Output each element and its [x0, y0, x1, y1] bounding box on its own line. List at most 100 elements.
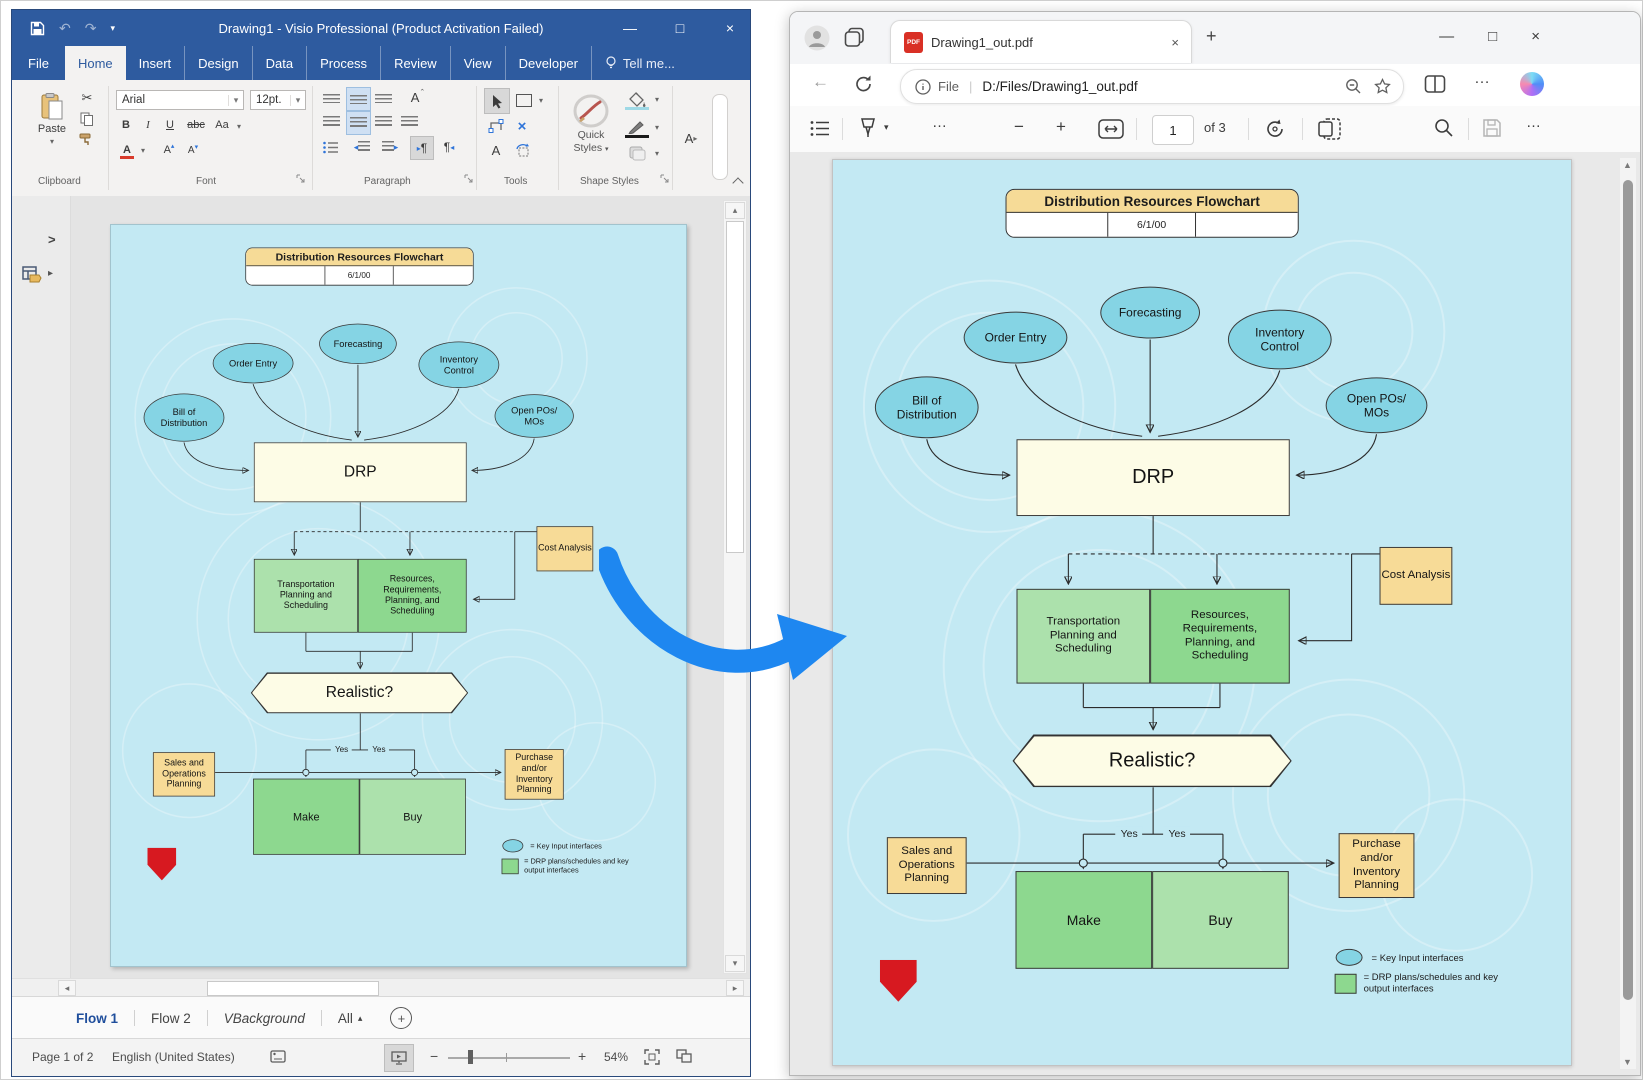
- pdf-scrollbar[interactable]: ▲ ▼: [1620, 158, 1636, 1069]
- shape-styles-dialog-launcher-icon[interactable]: [660, 174, 669, 183]
- align-bottom-icon[interactable]: [372, 89, 395, 107]
- address-pill[interactable]: File | D:/Files/Drawing1_out.pdf: [900, 69, 1404, 104]
- undo-icon[interactable]: ↶: [59, 20, 71, 37]
- font-name-dropdown-icon[interactable]: ▾: [228, 95, 243, 106]
- rtl-direction-icon[interactable]: ¶◂: [438, 138, 460, 156]
- italic-button[interactable]: I: [140, 116, 156, 134]
- align-top-icon[interactable]: [320, 89, 343, 107]
- font-size-combo[interactable]: 12pt.▾: [250, 90, 306, 110]
- pdf-viewport[interactable]: Yes Yes Distribution Resources Flowchart…: [790, 152, 1640, 1075]
- node-order-entry[interactable]: Order Entry: [964, 312, 1068, 364]
- node-open-pos-mos[interactable]: Open POs/ MOs: [1326, 377, 1428, 433]
- node-drp[interactable]: DRP: [1017, 439, 1290, 516]
- node-resources-requirements[interactable]: Resources, Requirements, Planning, and S…: [1150, 589, 1290, 684]
- page-view-icon[interactable]: [1318, 118, 1342, 140]
- settings-more-icon[interactable]: …: [1474, 70, 1491, 88]
- tab-insert[interactable]: Insert: [126, 46, 185, 80]
- pdf-scroll-down-icon[interactable]: ▼: [1623, 1057, 1632, 1067]
- info-icon[interactable]: [915, 79, 931, 95]
- tab-view[interactable]: View: [450, 46, 505, 80]
- tab-data[interactable]: Data: [252, 46, 306, 80]
- close-button[interactable]: ×: [1531, 28, 1540, 45]
- node-inventory-control[interactable]: Inventory Control: [418, 341, 499, 388]
- horizontal-scroll-thumb[interactable]: [207, 981, 379, 996]
- stencil-flyout-arrow[interactable]: ▸: [48, 268, 53, 279]
- font-color-button[interactable]: A: [118, 140, 136, 160]
- rotate-icon[interactable]: [1264, 118, 1286, 140]
- page-list-all-button[interactable]: All▴: [322, 1011, 379, 1026]
- font-size-dropdown-icon[interactable]: ▾: [290, 95, 305, 106]
- fill-dropdown-icon[interactable]: ▾: [652, 92, 662, 106]
- node-open-pos-mos[interactable]: Open POs/ MOs: [495, 394, 574, 437]
- paragraph-dialog-launcher-icon[interactable]: [464, 174, 473, 183]
- connector-tool-icon[interactable]: [484, 116, 508, 136]
- effects-icon[interactable]: [624, 142, 650, 164]
- text-tool-button[interactable]: A: [484, 140, 508, 160]
- pdf-more-icon[interactable]: …: [1526, 114, 1542, 131]
- language-indicator[interactable]: English (United States): [112, 1050, 235, 1064]
- font-name-combo[interactable]: Arial▾: [116, 90, 244, 110]
- minimize-button[interactable]: —: [1439, 28, 1454, 45]
- node-make[interactable]: Make: [253, 779, 359, 855]
- rectangle-tool-icon[interactable]: [514, 90, 534, 110]
- underline-button[interactable]: U: [162, 116, 178, 134]
- pdf-zoom-in-icon[interactable]: +: [1056, 117, 1066, 137]
- align-center-icon[interactable]: [346, 111, 371, 135]
- flowchart-title-box[interactable]: Distribution Resources Flowchart 6/1/00: [1006, 189, 1299, 238]
- page-number-input[interactable]: 1: [1152, 115, 1194, 145]
- format-painter-icon[interactable]: [79, 132, 94, 147]
- maximize-button[interactable]: □: [670, 20, 690, 36]
- align-left-icon[interactable]: [320, 113, 343, 131]
- collapsed-group-a[interactable]: A▸: [678, 128, 704, 148]
- node-realistic[interactable]: Realistic?: [1013, 734, 1292, 787]
- rotate-tool-icon[interactable]: [512, 140, 534, 160]
- fit-page-icon[interactable]: [644, 1049, 660, 1065]
- line-color-icon[interactable]: [624, 116, 650, 138]
- connection-point-tool-icon[interactable]: ×: [512, 116, 532, 136]
- line-dropdown-icon[interactable]: ▾: [652, 120, 662, 134]
- decrease-indent-icon[interactable]: ◂: [350, 138, 374, 156]
- toc-icon[interactable]: [810, 120, 830, 137]
- qat-more-icon[interactable]: ▾: [110, 23, 115, 34]
- bullets-icon[interactable]: [320, 138, 342, 156]
- tab-home[interactable]: Home: [65, 46, 126, 80]
- tab-developer[interactable]: Developer: [505, 46, 591, 80]
- fit-width-icon[interactable]: [1098, 119, 1124, 139]
- split-screen-icon[interactable]: [1424, 74, 1446, 94]
- ltr-direction-icon[interactable]: ▸¶: [410, 136, 434, 160]
- fill-color-icon[interactable]: [624, 88, 650, 110]
- zoom-slider-thumb[interactable]: [468, 1050, 473, 1064]
- zoom-slider[interactable]: [448, 1057, 570, 1059]
- copilot-icon[interactable]: [1520, 72, 1544, 96]
- increase-indent-icon[interactable]: ▸: [378, 138, 402, 156]
- pdf-scroll-thumb[interactable]: [1623, 180, 1633, 1000]
- pointer-tool-icon[interactable]: [484, 88, 510, 114]
- paste-button[interactable]: Paste ▾: [30, 88, 74, 150]
- case-dropdown-icon[interactable]: ▾: [234, 120, 244, 132]
- node-buy[interactable]: Buy: [359, 779, 465, 855]
- scroll-right-icon[interactable]: ▸: [726, 980, 744, 996]
- url-text[interactable]: D:/Files/Drawing1_out.pdf: [982, 79, 1345, 94]
- scroll-left-icon[interactable]: ◂: [58, 980, 76, 996]
- node-purchase-inventory-planning[interactable]: Purchase and/or Inventory Planning: [505, 749, 564, 799]
- copy-icon[interactable]: [80, 112, 94, 126]
- align-middle-icon[interactable]: [346, 87, 371, 111]
- node-transportation-planning[interactable]: Transportation Planning and Scheduling: [254, 559, 358, 633]
- annotate-pen-icon[interactable]: [858, 118, 878, 139]
- font-color-dropdown-icon[interactable]: ▾: [138, 144, 148, 156]
- macro-recorder-icon[interactable]: [270, 1049, 286, 1064]
- back-icon[interactable]: ←: [812, 72, 829, 92]
- page-tab-flow2[interactable]: Flow 2: [135, 1011, 207, 1026]
- favorites-star-icon[interactable]: [1374, 78, 1391, 95]
- node-bill-of-distribution[interactable]: Bill of Distribution: [144, 394, 225, 442]
- flowchart-title-box[interactable]: Distribution Resources Flowchart 6/1/00: [245, 248, 473, 286]
- presentation-mode-button[interactable]: [384, 1044, 414, 1072]
- vertical-scroll-thumb[interactable]: [726, 221, 744, 553]
- browser-tab[interactable]: PDF Drawing1_out.pdf ×: [890, 20, 1192, 63]
- strikethrough-button[interactable]: abc: [184, 116, 208, 134]
- search-icon[interactable]: [1434, 118, 1454, 138]
- collapse-ribbon-icon[interactable]: [730, 176, 746, 190]
- page-indicator[interactable]: Page 1 of 2: [32, 1050, 93, 1064]
- save-icon[interactable]: [30, 21, 45, 36]
- insert-page-button[interactable]: +: [390, 1007, 412, 1029]
